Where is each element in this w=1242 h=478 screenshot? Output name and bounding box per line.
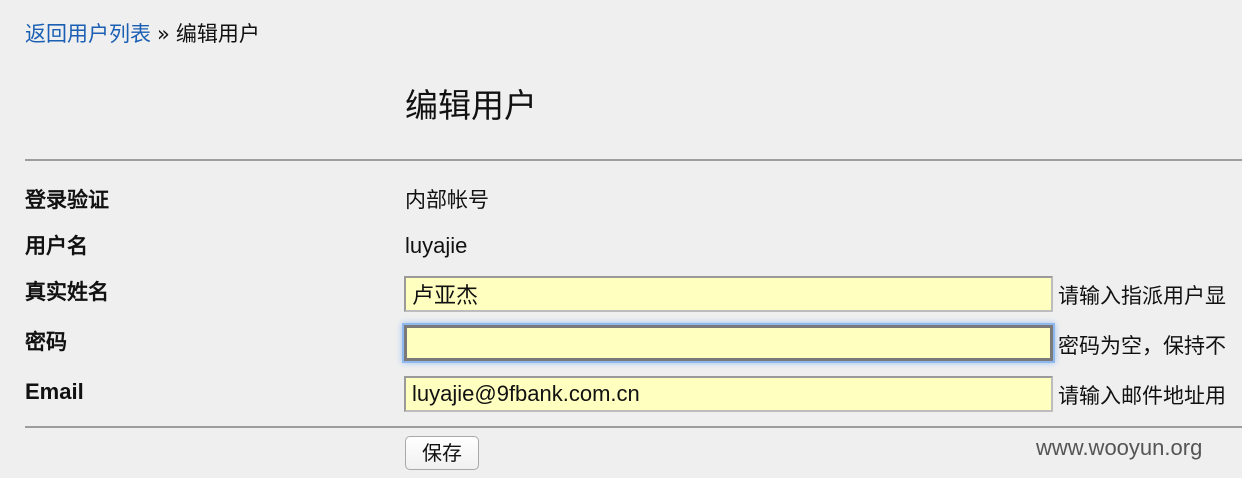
email-hint: 请输入邮件地址用 — [1058, 384, 1226, 408]
breadcrumb-separator: » — [157, 22, 170, 46]
page-title: 编辑用户 — [405, 86, 537, 125]
username-value: luyajie — [405, 233, 468, 258]
bottom-divider — [25, 426, 1242, 428]
email-input[interactable] — [404, 376, 1053, 412]
username-label: 用户名 — [25, 234, 88, 258]
edit-user-page: 返回用户列表» 编辑用户 编辑用户 登录验证 内部帐号 用户名 luyajie 真… — [0, 0, 1242, 478]
realname-input[interactable] — [404, 276, 1053, 312]
password-input[interactable] — [404, 325, 1053, 361]
password-hint: 密码为空，保持不 — [1058, 334, 1226, 358]
breadcrumb-current: 编辑用户 — [175, 22, 260, 46]
save-button[interactable]: 保存 — [405, 436, 479, 470]
email-label: Email — [25, 379, 84, 404]
auth-value: 内部帐号 — [405, 188, 489, 212]
top-divider — [25, 159, 1242, 161]
breadcrumb: 返回用户列表» 编辑用户 — [25, 20, 260, 48]
password-label: 密码 — [25, 330, 67, 354]
watermark: www.wooyun.org — [1036, 435, 1203, 460]
auth-label: 登录验证 — [25, 188, 109, 212]
back-to-user-list-link[interactable]: 返回用户列表 — [25, 22, 151, 46]
realname-hint: 请输入指派用户显 — [1058, 284, 1226, 308]
realname-label: 真实姓名 — [25, 280, 109, 304]
